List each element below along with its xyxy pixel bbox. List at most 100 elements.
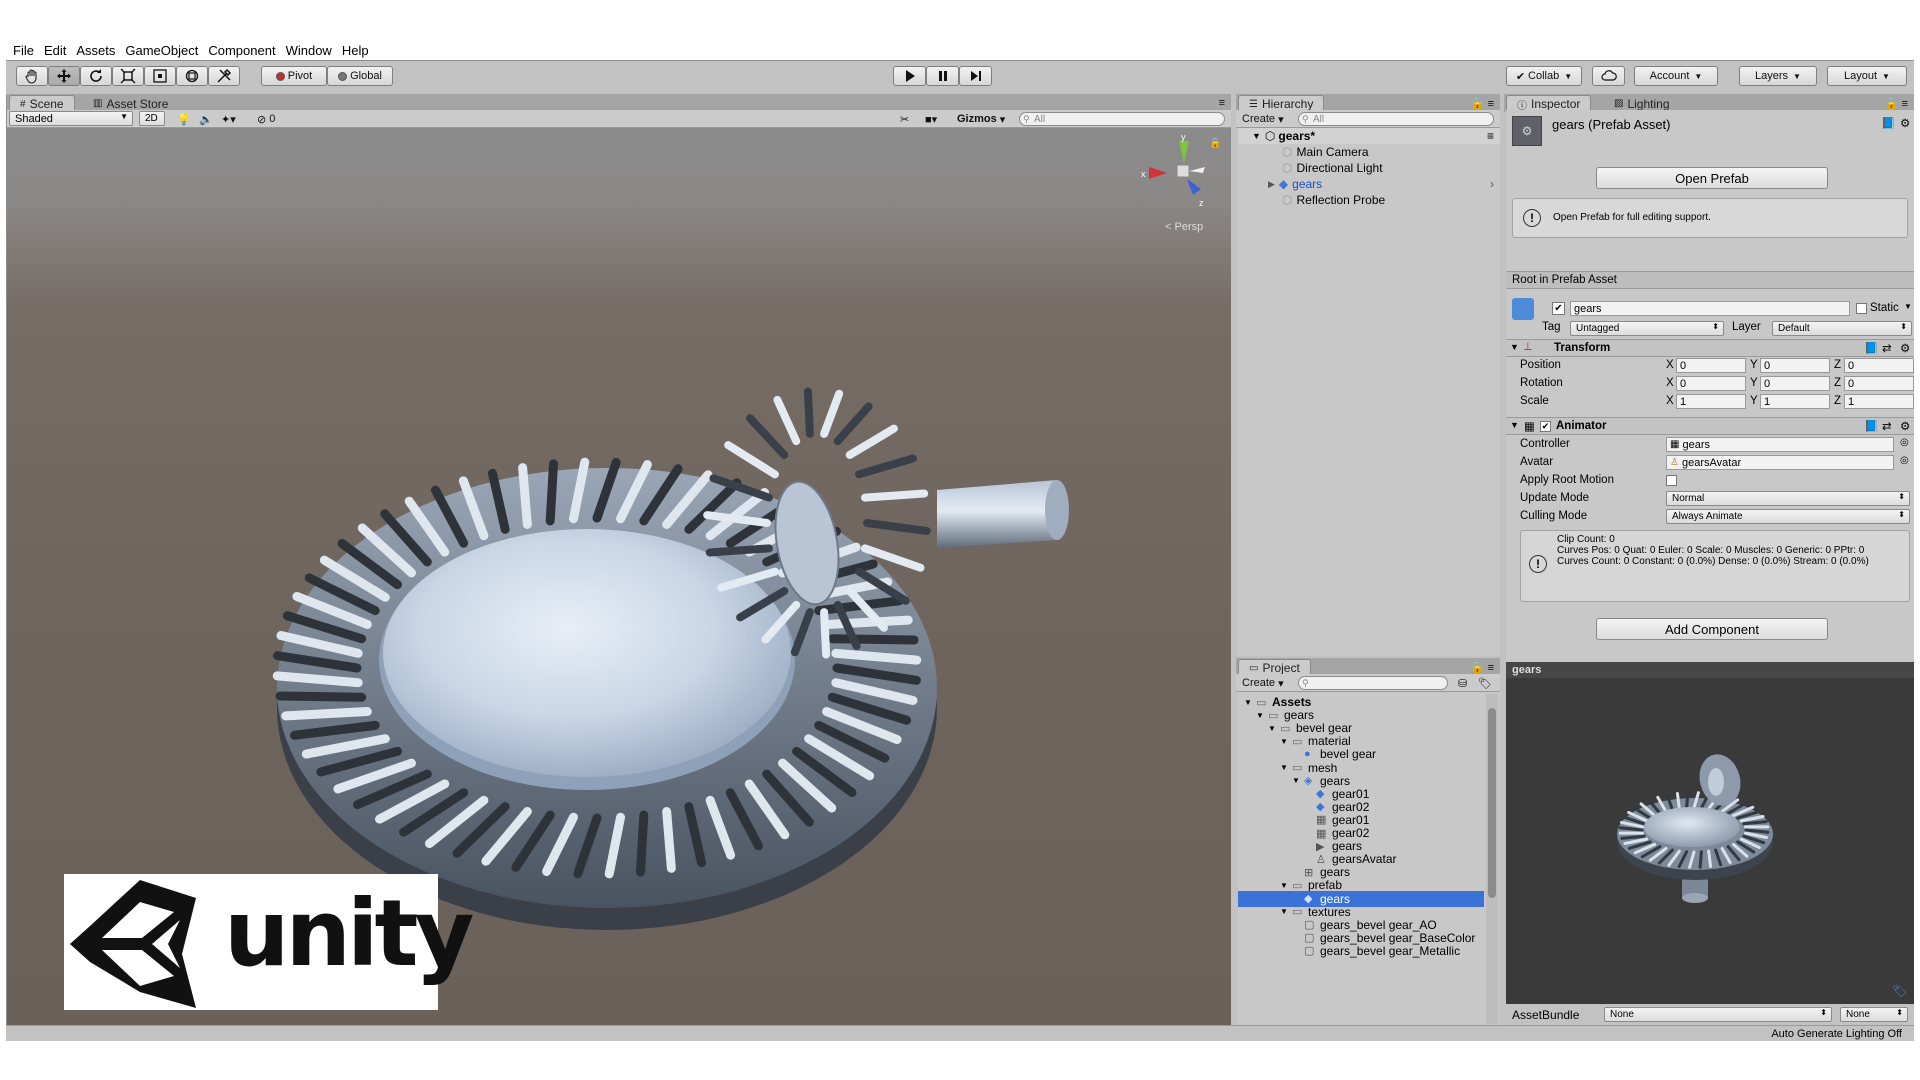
scale-tool-button[interactable]: [112, 66, 144, 86]
expand-arrow-icon[interactable]: ▼: [1280, 763, 1288, 772]
camera-icon[interactable]: ■▾: [925, 112, 937, 126]
preview-title-bar[interactable]: gears: [1506, 662, 1914, 678]
hierarchy-item-gears[interactable]: ▶ ◆ gears ›: [1238, 176, 1500, 192]
scrollbar-thumb[interactable]: [1488, 708, 1496, 898]
chevron-down-icon[interactable]: ▼: [1904, 302, 1912, 311]
gear-icon[interactable]: ⚙: [1900, 419, 1910, 433]
position-y-field[interactable]: 0: [1760, 358, 1830, 373]
position-z-field[interactable]: 0: [1844, 358, 1914, 373]
move-tool-button[interactable]: [48, 66, 80, 86]
hierarchy-item-main-camera[interactable]: ⬡ Main Camera: [1238, 144, 1500, 160]
expand-arrow-icon[interactable]: ▼: [1280, 881, 1288, 890]
root-motion-checkbox[interactable]: [1666, 475, 1677, 486]
menu-edit[interactable]: Edit: [39, 40, 71, 61]
pivot-toggle[interactable]: Pivot: [261, 66, 327, 86]
hierarchy-item-reflection-probe[interactable]: ⬡ Reflection Probe: [1238, 192, 1500, 208]
hierarchy-item-directional-light[interactable]: ⬡ Directional Light: [1238, 160, 1500, 176]
hand-tool-button[interactable]: [16, 66, 48, 86]
2d-toggle[interactable]: 2D: [139, 111, 165, 126]
lighting-toggle-icon[interactable]: 💡: [177, 112, 191, 126]
rotation-y-field[interactable]: 0: [1760, 376, 1830, 391]
menu-component[interactable]: Component: [203, 40, 280, 61]
effects-toggle-icon[interactable]: ✦▾: [221, 112, 236, 126]
update-mode-dropdown[interactable]: Normal ⬍: [1666, 491, 1910, 506]
panel-menu-icon[interactable]: 🔒 ≡: [1471, 96, 1494, 110]
hierarchy-search-input[interactable]: ⚲ All: [1298, 112, 1494, 126]
audio-toggle-icon[interactable]: 🔈: [199, 112, 213, 126]
preview-panel[interactable]: [1506, 662, 1914, 1025]
position-x-field[interactable]: 0: [1676, 358, 1746, 373]
projection-label[interactable]: < Persp: [1165, 221, 1203, 233]
preset-icon[interactable]: ⇄: [1882, 419, 1892, 433]
expand-arrow-icon[interactable]: ▼: [1280, 737, 1288, 746]
expand-arrow-icon[interactable]: ▼: [1510, 420, 1519, 430]
expand-arrow-icon[interactable]: ▼: [1280, 907, 1288, 916]
shading-mode-dropdown[interactable]: Shaded ▼: [9, 111, 133, 126]
panel-menu-icon[interactable]: 🔒 ≡: [1471, 660, 1494, 674]
account-dropdown[interactable]: Account ▼: [1634, 66, 1718, 86]
chevron-right-icon[interactable]: ›: [1490, 177, 1494, 191]
panel-menu-icon[interactable]: 🔒 ≡: [1885, 96, 1908, 110]
orientation-gizmo[interactable]: y x z: [1127, 133, 1217, 213]
panel-menu-icon[interactable]: ≡: [1219, 96, 1225, 110]
transform-tool-button[interactable]: [176, 66, 208, 86]
project-scrollbar[interactable]: [1486, 694, 1498, 1024]
filter-type-icon[interactable]: ⛁: [1458, 676, 1467, 690]
assetbundle-variant-dropdown[interactable]: None ⬍: [1840, 1007, 1908, 1022]
project-create-dropdown[interactable]: Create ▾: [1242, 676, 1284, 690]
menu-window[interactable]: Window: [281, 40, 337, 61]
lock-icon[interactable]: 🔒: [1209, 138, 1221, 149]
gizmos-dropdown[interactable]: Gizmos ▾: [957, 112, 1005, 126]
static-checkbox[interactable]: [1856, 303, 1867, 314]
object-picker-icon[interactable]: ◎: [1900, 437, 1909, 448]
layer-dropdown[interactable]: Default ⬍: [1772, 321, 1912, 336]
rotation-x-field[interactable]: 0: [1676, 376, 1746, 391]
transform-header[interactable]: ▼ ⟂ Transform 📘 ⇄ ⚙: [1506, 339, 1914, 357]
gear-icon[interactable]: ⚙: [1900, 116, 1910, 130]
rect-tool-button[interactable]: [144, 66, 176, 86]
avatar-field[interactable]: ♙ gearsAvatar: [1666, 455, 1894, 470]
global-toggle[interactable]: Global: [327, 66, 393, 86]
scene-search-input[interactable]: ⚲ All: [1019, 112, 1225, 126]
label-tag-icon[interactable]: 🏷: [1892, 984, 1907, 998]
add-component-button[interactable]: Add Component: [1596, 618, 1828, 640]
layers-dropdown[interactable]: Layers ▼: [1739, 66, 1817, 86]
expand-arrow-icon[interactable]: ▼: [1252, 131, 1261, 141]
scene-row[interactable]: ▼ ⬡ gears* ≡: [1238, 128, 1500, 144]
project-item[interactable]: ▢ gears_bevel gear_Metallic: [1238, 943, 1484, 959]
tag-dropdown[interactable]: Untagged ⬍: [1570, 321, 1724, 336]
open-prefab-button[interactable]: Open Prefab: [1596, 167, 1828, 189]
scale-x-field[interactable]: 1: [1676, 394, 1746, 409]
culling-mode-dropdown[interactable]: Always Animate ⬍: [1666, 509, 1910, 524]
help-icon[interactable]: 📘: [1864, 419, 1878, 433]
expand-arrow-icon[interactable]: ▼: [1292, 776, 1300, 785]
preset-icon[interactable]: ⇄: [1882, 341, 1892, 355]
active-checkbox[interactable]: ✔: [1552, 302, 1565, 315]
play-button[interactable]: [893, 66, 926, 86]
controller-field[interactable]: ▦ gears: [1666, 437, 1894, 452]
object-picker-icon[interactable]: ◎: [1900, 455, 1909, 466]
animator-enabled-checkbox[interactable]: ✔: [1540, 421, 1551, 432]
expand-arrow-icon[interactable]: ▼: [1244, 698, 1252, 707]
expand-arrow-icon[interactable]: ▼: [1256, 711, 1264, 720]
scene-menu-icon[interactable]: ≡: [1487, 129, 1494, 143]
scale-y-field[interactable]: 1: [1760, 394, 1830, 409]
help-icon[interactable]: 📘: [1864, 341, 1878, 355]
cloud-button[interactable]: [1592, 66, 1625, 86]
assetbundle-dropdown[interactable]: None ⬍: [1604, 1007, 1832, 1022]
hierarchy-create-dropdown[interactable]: Create ▾: [1242, 112, 1284, 126]
step-button[interactable]: [959, 66, 992, 86]
layout-dropdown[interactable]: Layout ▼: [1827, 66, 1907, 86]
expand-arrow-icon[interactable]: ▼: [1510, 342, 1519, 352]
menu-gameobject[interactable]: GameObject: [120, 40, 203, 61]
help-icon[interactable]: 📘: [1881, 116, 1895, 130]
animator-header[interactable]: ▼ ▦ ✔ Animator 📘 ⇄ ⚙: [1506, 417, 1914, 435]
scene-tools-icon[interactable]: ✂: [900, 112, 909, 126]
gear-icon[interactable]: ⚙: [1900, 341, 1910, 355]
expand-arrow-icon[interactable]: ▼: [1268, 724, 1276, 733]
pause-button[interactable]: [926, 66, 959, 86]
menu-help[interactable]: Help: [337, 40, 374, 61]
menu-assets[interactable]: Assets: [71, 40, 120, 61]
filter-label-icon[interactable]: 🏷: [1478, 676, 1492, 690]
hidden-objects-counter[interactable]: ⊘ 0: [257, 112, 275, 126]
